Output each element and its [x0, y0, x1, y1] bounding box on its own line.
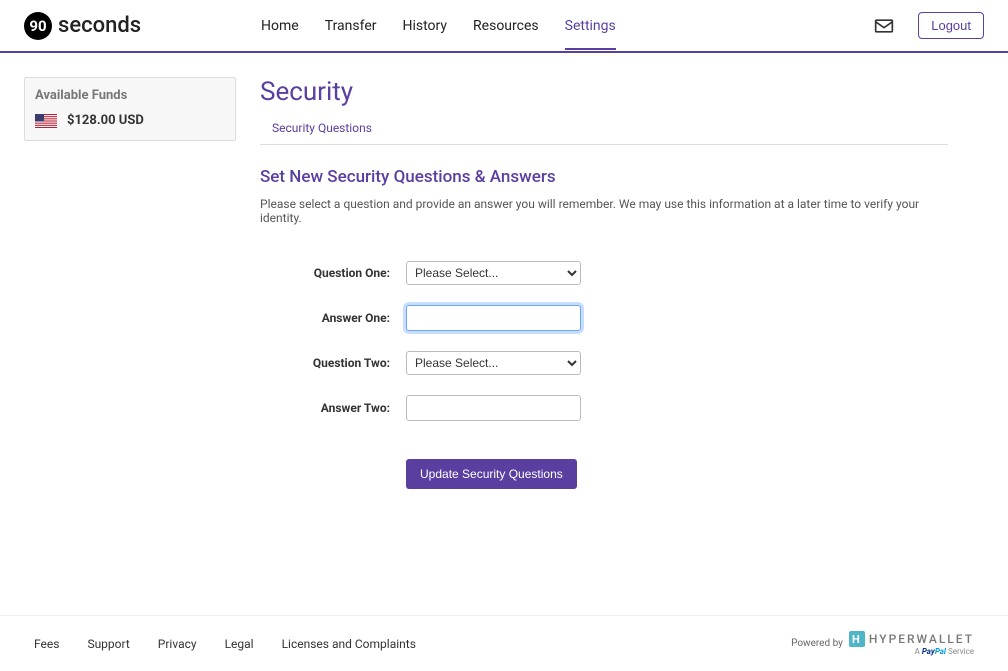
input-answer-one[interactable]	[406, 305, 581, 331]
flag-us-icon	[35, 114, 57, 128]
footer-legal[interactable]: Legal	[225, 637, 254, 651]
section-title: Set New Security Questions & Answers	[260, 167, 948, 187]
funds-row: $128.00 USD	[35, 113, 225, 128]
sidebar: Available Funds $128.00 USD	[24, 77, 236, 489]
nav-home[interactable]: Home	[261, 2, 299, 50]
update-security-questions-button[interactable]: Update Security Questions	[406, 459, 577, 489]
hyperwallet-text: HYPERWALLET	[869, 632, 974, 646]
footer-support[interactable]: Support	[87, 637, 129, 651]
logout-button[interactable]: Logout	[918, 12, 984, 39]
nav-settings[interactable]: Settings	[565, 2, 616, 50]
header: 90 seconds Home Transfer History Resourc…	[0, 0, 1008, 53]
subtabs: Security Questions	[260, 121, 948, 145]
footer: Fees Support Privacy Legal Licenses and …	[0, 615, 1008, 671]
subtab-security-questions[interactable]: Security Questions	[272, 121, 372, 135]
available-funds-card: Available Funds $128.00 USD	[24, 77, 236, 141]
row-answer-one: Answer One:	[260, 305, 948, 331]
nav-history[interactable]: History	[403, 2, 448, 50]
logo[interactable]: 90 seconds	[24, 12, 141, 40]
page-title: Security	[260, 77, 948, 107]
label-question-two: Question Two:	[260, 356, 406, 370]
row-question-two: Question Two: Please Select...	[260, 351, 948, 375]
nav-transfer[interactable]: Transfer	[325, 2, 377, 50]
funds-amount: $128.00 USD	[67, 113, 144, 128]
row-question-one: Question One: Please Select...	[260, 261, 948, 285]
footer-fees[interactable]: Fees	[34, 637, 59, 651]
logo-mark-icon: 90	[24, 12, 52, 40]
label-answer-two: Answer Two:	[260, 401, 406, 415]
powered-by-label: Powered by	[791, 638, 843, 649]
main-nav: Home Transfer History Resources Settings	[261, 2, 616, 50]
available-funds-title: Available Funds	[35, 88, 225, 103]
row-answer-two: Answer Two:	[260, 395, 948, 421]
hyperwallet-subtext: A PayPal Service	[915, 647, 974, 656]
submit-row: Update Security Questions	[406, 459, 948, 489]
logo-text: seconds	[58, 13, 141, 38]
label-question-one: Question One:	[260, 266, 406, 280]
hyperwallet-mark-icon: H	[849, 631, 865, 647]
section-desc: Please select a question and provide an …	[260, 197, 948, 225]
content: Security Security Questions Set New Secu…	[260, 77, 984, 489]
messages-icon[interactable]	[874, 16, 894, 36]
powered-by: Powered by H HYPERWALLET A PayPal Servic…	[791, 631, 974, 656]
footer-links: Fees Support Privacy Legal Licenses and …	[34, 637, 416, 651]
footer-licenses[interactable]: Licenses and Complaints	[282, 637, 416, 651]
label-answer-one: Answer One:	[260, 311, 406, 325]
select-question-two[interactable]: Please Select...	[406, 351, 581, 375]
hyperwallet-logo: H HYPERWALLET A PayPal Service	[849, 631, 974, 656]
footer-privacy[interactable]: Privacy	[158, 637, 197, 651]
input-answer-two[interactable]	[406, 395, 581, 421]
select-question-one[interactable]: Please Select...	[406, 261, 581, 285]
nav-resources[interactable]: Resources	[473, 2, 539, 50]
main-content: Available Funds $128.00 USD	[0, 53, 1008, 513]
